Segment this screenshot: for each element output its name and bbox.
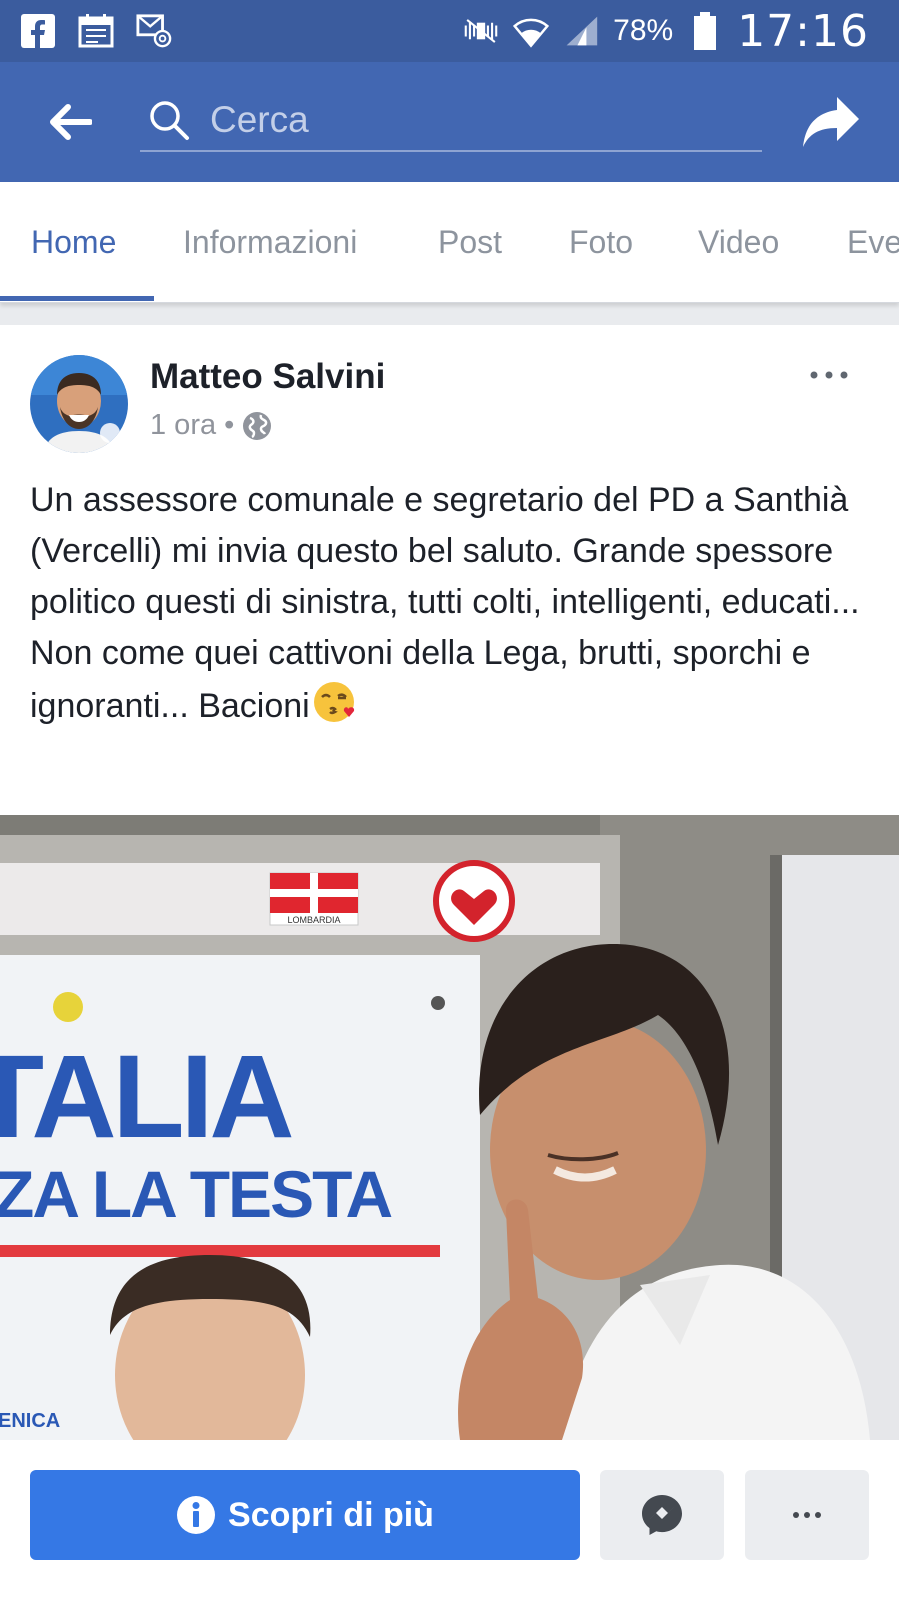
more-options-button[interactable] — [745, 1470, 869, 1560]
post-options-button[interactable] — [799, 355, 859, 395]
status-bar: 78% 17:16 — [0, 0, 899, 62]
app-bar — [0, 62, 899, 182]
battery-icon — [687, 12, 723, 50]
page-tabs: Home Informazioni Post Foto Video Eve — [0, 182, 899, 303]
facebook-icon — [20, 13, 56, 49]
messenger-button[interactable] — [600, 1470, 724, 1560]
signal-icon — [563, 13, 599, 49]
post-time[interactable]: 1 ora — [150, 409, 216, 442]
action-bar: Scopri di più — [0, 1440, 899, 1599]
post-photo[interactable]: LOMBARDIA TALIA ZA LA TESTA ENICA — [0, 815, 899, 1440]
tab-foto[interactable]: Foto — [569, 182, 633, 302]
search-bar[interactable] — [140, 90, 762, 152]
meta-separator: • — [224, 409, 235, 441]
post-text-body: Un assessore comunale e segretario del P… — [30, 481, 870, 725]
share-icon — [803, 97, 859, 147]
globe-icon — [243, 411, 272, 440]
learn-more-button[interactable]: Scopri di più — [30, 1470, 580, 1560]
photo-poster-line2: ZA LA TESTA — [0, 1157, 392, 1231]
battery-percent: 78% — [613, 14, 674, 47]
calendar-icon — [78, 13, 114, 49]
email-icon — [136, 13, 172, 49]
photo-poster-footer: ENICA — [0, 1410, 60, 1432]
post-meta: 1 ora • — [150, 409, 272, 442]
back-button[interactable] — [30, 82, 110, 162]
post-card: Matteo Salvini 1 ora • Un assessore comu… — [0, 325, 899, 1599]
search-input[interactable] — [208, 98, 732, 142]
tab-eventi[interactable]: Eve — [847, 182, 899, 302]
learn-more-label: Scopri di più — [228, 1495, 434, 1534]
post-author[interactable]: Matteo Salvini — [150, 357, 385, 397]
post-text: Un assessore comunale e segretario del P… — [30, 475, 880, 732]
messenger-icon — [642, 1495, 682, 1535]
more-options-icon — [793, 1512, 821, 1518]
back-arrow-icon — [50, 104, 92, 140]
more-icon — [810, 371, 848, 379]
tab-home[interactable]: Home — [31, 182, 116, 302]
info-icon — [177, 1496, 216, 1534]
search-icon — [150, 101, 189, 140]
wifi-icon — [513, 13, 550, 49]
tab-informazioni[interactable]: Informazioni — [183, 182, 357, 302]
avatar[interactable] — [30, 355, 128, 453]
photo-poster-line1: TALIA — [0, 1031, 292, 1163]
kiss-emoji — [312, 679, 358, 725]
tab-video[interactable]: Video — [698, 182, 779, 302]
tab-post[interactable]: Post — [438, 182, 502, 302]
clock: 17:16 — [737, 5, 869, 57]
active-tab-indicator — [0, 296, 154, 301]
share-button[interactable] — [795, 86, 867, 158]
mute-icon — [463, 13, 499, 49]
photo-badge-text: LOMBARDIA — [287, 915, 340, 925]
